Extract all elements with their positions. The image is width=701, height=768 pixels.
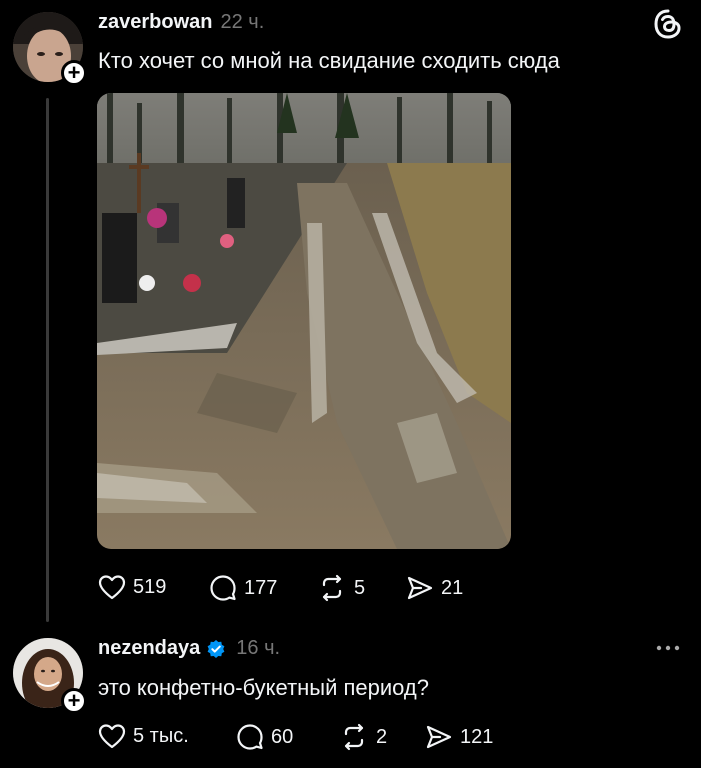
follow-plus-icon[interactable]: + — [61, 688, 87, 714]
comment-icon — [210, 575, 236, 601]
heart-icon — [98, 575, 126, 600]
post-header: zaverbowan 22 ч. — [98, 11, 264, 34]
post-header: nezendaya 16 ч. — [98, 637, 280, 660]
share-button[interactable]: 121 — [425, 723, 493, 751]
like-button[interactable]: 519 — [98, 574, 166, 600]
comment-count: 60 — [271, 725, 294, 748]
thread-connector-line — [46, 98, 49, 622]
comment-icon — [237, 724, 263, 750]
timestamp: 16 ч. — [236, 637, 281, 659]
share-icon — [407, 576, 433, 600]
like-count: 519 — [133, 575, 167, 598]
verified-badge-icon — [206, 639, 226, 659]
share-count: 21 — [441, 576, 464, 599]
comment-button[interactable]: 177 — [209, 574, 277, 602]
timestamp: 22 ч. — [220, 11, 265, 33]
repost-icon — [322, 574, 342, 602]
repost-count: 2 — [376, 725, 388, 748]
share-button[interactable]: 21 — [406, 574, 463, 602]
post-text: это конфетно-букетный период? — [98, 675, 429, 700]
username[interactable]: zaverbowan — [98, 11, 212, 34]
username[interactable]: nezendaya — [98, 637, 200, 660]
share-count: 121 — [460, 725, 494, 748]
post-text: Кто хочет со мной на свидание сходить сю… — [98, 48, 560, 73]
like-button[interactable]: 5 тыс. — [98, 723, 189, 749]
repost-button[interactable]: 5 — [317, 574, 365, 602]
more-options-icon[interactable] — [654, 640, 682, 656]
follow-plus-icon[interactable]: + — [61, 60, 87, 86]
repost-icon — [344, 723, 364, 751]
like-count: 5 тыс. — [133, 724, 189, 747]
repost-button[interactable]: 2 — [339, 723, 387, 751]
comment-button[interactable]: 60 — [236, 723, 293, 751]
heart-icon — [98, 724, 126, 749]
threads-logo-icon[interactable] — [652, 8, 684, 40]
share-icon — [426, 725, 452, 749]
repost-count: 5 — [354, 576, 366, 599]
comment-count: 177 — [244, 576, 278, 599]
post-image[interactable] — [97, 93, 511, 549]
